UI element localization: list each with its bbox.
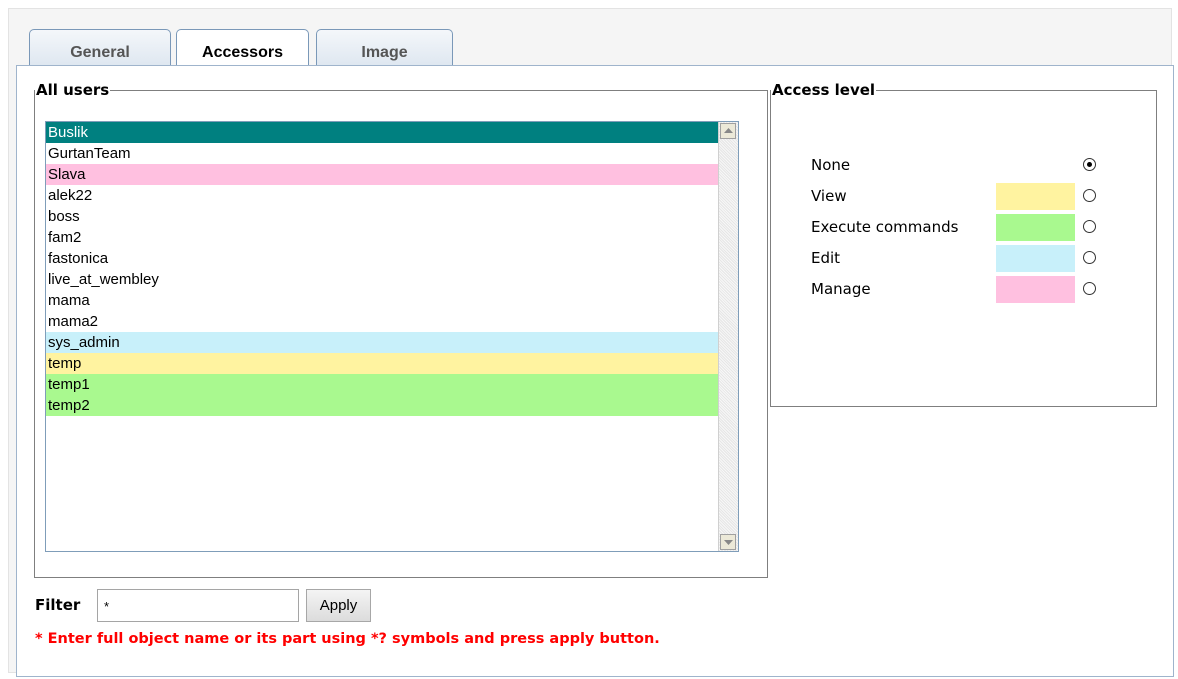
access-level-radio[interactable] (1083, 251, 1096, 264)
users-listbox[interactable]: Buslik GurtanTeam Slava alek22 boss fam2 fasto… (45, 121, 739, 552)
access-level-color-swatch (996, 183, 1075, 210)
user-list-item[interactable]: GurtanTeam (46, 143, 718, 164)
access-level-row: Manage (811, 276, 1111, 303)
users-scrollbar[interactable] (718, 122, 738, 551)
access-level-radio[interactable] (1083, 220, 1096, 233)
user-list-item[interactable]: alek22 (46, 185, 718, 206)
chevron-down-icon (723, 540, 733, 545)
user-list-item[interactable]: mama2 (46, 311, 718, 332)
user-list-item[interactable]: temp1 (46, 374, 718, 395)
access-level-color-swatch (996, 245, 1075, 272)
access-level-group: Access level None View Execute commands Edi… (770, 81, 1157, 407)
scroll-down-button[interactable] (720, 534, 736, 550)
access-level-label: Edit (811, 249, 841, 267)
user-list-item[interactable]: mama (46, 290, 718, 311)
access-level-label: None (811, 156, 851, 174)
user-list-item[interactable]: Slava (46, 164, 718, 185)
all-users-group: All users Buslik GurtanTeam Slava alek22 bos… (34, 81, 768, 578)
filter-hint: * Enter full object name or its part usi… (35, 631, 660, 647)
access-level-label: Execute commands (811, 218, 959, 236)
access-level-row: Edit (811, 245, 1111, 272)
user-list-item[interactable]: temp (46, 353, 718, 374)
apply-button[interactable]: Apply (306, 589, 371, 622)
access-level-row: View (811, 183, 1111, 210)
user-list-item[interactable]: live_at_wembley (46, 269, 718, 290)
access-level-color-swatch (996, 276, 1075, 303)
access-level-label: Manage (811, 280, 871, 298)
access-level-legend: Access level (772, 81, 876, 99)
access-level-label: View (811, 187, 847, 205)
user-list-item[interactable]: fastonica (46, 248, 718, 269)
user-list-item[interactable]: Buslik (46, 122, 718, 143)
users-list: Buslik GurtanTeam Slava alek22 boss fam2 fasto… (46, 122, 718, 416)
access-level-color-swatch (996, 214, 1075, 241)
filter-label: Filter (35, 596, 81, 614)
user-list-item[interactable]: sys_admin (46, 332, 718, 353)
user-list-item[interactable]: temp2 (46, 395, 718, 416)
user-list-item[interactable]: boss (46, 206, 718, 227)
access-level-row: Execute commands (811, 214, 1111, 241)
user-list-item[interactable]: fam2 (46, 227, 718, 248)
access-level-radio[interactable] (1083, 158, 1096, 171)
accessors-panel: All users Buslik GurtanTeam Slava alek22 bos… (16, 65, 1174, 677)
filter-input[interactable] (97, 589, 299, 622)
access-level-radio[interactable] (1083, 189, 1096, 202)
chevron-up-icon (723, 128, 733, 133)
scroll-up-button[interactable] (720, 123, 736, 139)
all-users-legend: All users (36, 81, 110, 99)
access-level-radio[interactable] (1083, 282, 1096, 295)
access-level-row: None (811, 152, 1111, 179)
